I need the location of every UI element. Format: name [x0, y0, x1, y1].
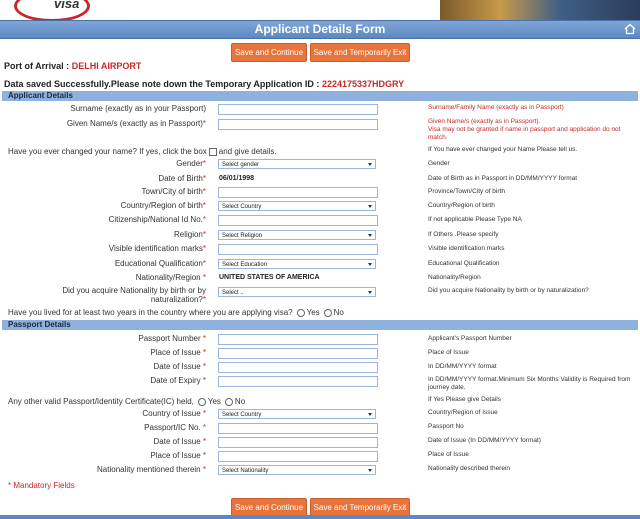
ic-place-hint: Place of Issue	[428, 451, 469, 458]
gender-select[interactable]: Select gender	[218, 159, 376, 169]
education-hint: Educational Qualification	[428, 260, 500, 267]
ic-number-input[interactable]	[218, 423, 378, 434]
lived-yes-radio[interactable]	[296, 308, 305, 317]
dob-value: 06/01/1998	[219, 175, 255, 182]
other-passport-yes-radio[interactable]	[197, 397, 206, 406]
section-passport-details: Passport Details	[2, 320, 638, 330]
nationality-label: Nationality/Region *	[135, 273, 206, 282]
gender-hint: Gender	[428, 160, 450, 167]
port-value: DELHI AIRPORT	[71, 61, 142, 71]
ic-country-label: Country of Issue *	[142, 409, 206, 418]
town-input[interactable]	[218, 187, 378, 198]
identification-marks-hint: Visible identification marks	[428, 245, 505, 252]
changed-name-question: Have you ever changed your name? If yes,…	[8, 147, 277, 156]
other-passport-question: Any other valid Passport/Identity Certif…	[8, 397, 246, 406]
identification-marks-label: Visible identification marks*	[108, 244, 206, 253]
religion-label: Religion*	[173, 230, 206, 239]
other-passport-hint: If Yes Please give Details	[428, 396, 501, 403]
banner-image	[440, 0, 640, 20]
changed-name-hint: If You have ever changed your Name Pleas…	[428, 146, 578, 153]
dob-label: Date of Birth*	[158, 174, 206, 183]
place-of-issue-input[interactable]	[218, 348, 378, 359]
ic-country-hint: Country/Region of Issue	[428, 409, 498, 416]
ic-nationality-select[interactable]: Select Nationality	[218, 465, 376, 475]
passport-number-label: Passport Number *	[138, 334, 206, 343]
ic-place-input[interactable]	[218, 451, 378, 462]
religion-select[interactable]: Select Religion	[218, 230, 376, 240]
saved-message: Data saved Successfully.Please note down…	[4, 79, 404, 89]
religion-hint: If Others .Please specify	[428, 231, 499, 238]
country-birth-select[interactable]: Select Country	[218, 201, 376, 211]
lived-no-radio[interactable]	[323, 308, 332, 317]
port-label: Port of Arrival :	[4, 61, 70, 71]
place-of-issue-label: Place of Issue *	[150, 348, 206, 357]
given-name-input[interactable]	[218, 119, 378, 130]
banner: visa	[0, 0, 640, 20]
temp-application-id: 2224175337HDGRY	[321, 79, 405, 89]
mandatory-note: * Mandatory Fields	[8, 481, 75, 490]
citizenship-label: Citizenship/National Id No.*	[108, 215, 206, 224]
changed-name-checkbox[interactable]	[208, 147, 217, 156]
nationality-hint: Nationality/Region	[428, 274, 481, 281]
logo-text: visa	[54, 0, 80, 11]
page-title: Applicant Details Form	[254, 22, 386, 36]
education-select[interactable]: Select Education	[218, 259, 376, 269]
date-of-expiry-input[interactable]	[218, 376, 378, 387]
ic-nationality-label: Nationality mentioned therein *	[97, 465, 206, 474]
ic-number-label: Passport/IC No. *	[144, 423, 206, 432]
town-hint: Province/Town/City of birth	[428, 188, 505, 195]
saved-text: Data saved Successfully.Please note down…	[4, 79, 320, 89]
acquire-nationality-hint: Did you acquire Nationality by birth or …	[428, 287, 589, 294]
citizenship-hint: If not applicable Please Type NA	[428, 216, 522, 223]
ic-number-hint: Passport No	[428, 423, 464, 430]
surname-input[interactable]	[218, 104, 378, 115]
port-of-arrival: Port of Arrival : DELHI AIRPORT	[4, 61, 141, 71]
country-birth-label: Country/Region of birth*	[120, 201, 206, 210]
date-of-expiry-hint: In DD/MM/YYYY format.Minimum Six Months …	[428, 376, 631, 391]
save-exit-button-top[interactable]: Save and Temporarily Exit	[310, 43, 410, 62]
identification-marks-input[interactable]	[218, 244, 378, 255]
town-label: Town/City of birth*	[141, 187, 206, 196]
home-icon[interactable]	[624, 23, 636, 35]
footer-rule	[0, 515, 640, 519]
other-passport-no-radio[interactable]	[224, 397, 233, 406]
lived-two-years-question: Have you lived for at least two years in…	[8, 308, 344, 317]
place-of-issue-hint: Place of Issue	[428, 349, 469, 356]
title-bar: Applicant Details Form	[0, 20, 640, 39]
nationality-value: UNITED STATES OF AMERICA	[219, 274, 320, 281]
surname-label: Surname (exactly as in your Passport)	[70, 104, 206, 113]
education-label: Educational Qualification*	[114, 259, 206, 268]
date-of-expiry-label: Date of Expiry *	[150, 376, 206, 385]
ic-nationality-hint: Nationality described therein	[428, 465, 511, 472]
ic-date-input[interactable]	[218, 437, 378, 448]
ic-date-hint: Date of Issue (In DD/MM/YYYY format)	[428, 437, 541, 444]
passport-number-input[interactable]	[218, 334, 378, 345]
passport-number-hint: Applicant's Passport Number	[428, 335, 512, 342]
section-applicant-details: Applicant Details	[2, 91, 638, 101]
gender-label: Gender*	[176, 159, 206, 168]
country-birth-hint: Country/Region of birth	[428, 202, 495, 209]
given-name-label: Given Name/s (exactly as in Passport)*	[66, 119, 206, 128]
acquire-nationality-label: Did you acquire Nationality by birth or …	[62, 286, 206, 304]
citizenship-input[interactable]	[218, 215, 378, 226]
date-of-issue-label: Date of Issue *	[153, 362, 207, 371]
save-continue-button-top[interactable]: Save and Continue	[231, 43, 307, 62]
dob-hint: Date of Birth as in Passport in DD/MM/YY…	[428, 175, 578, 182]
given-name-hint: Given Name/s (exactly as in Passport). Vi…	[428, 118, 621, 141]
ic-country-select[interactable]: Select Country	[218, 409, 376, 419]
ic-place-label: Place of Issue *	[150, 451, 206, 460]
date-of-issue-input[interactable]	[218, 362, 378, 373]
ic-date-label: Date of Issue *	[153, 437, 207, 446]
acquire-nationality-select[interactable]: Select ..	[218, 287, 376, 297]
surname-hint: Surname/Family Name (exactly as in Passp…	[428, 104, 564, 111]
date-of-issue-hint: In DD/MM/YYYY format	[428, 363, 497, 370]
